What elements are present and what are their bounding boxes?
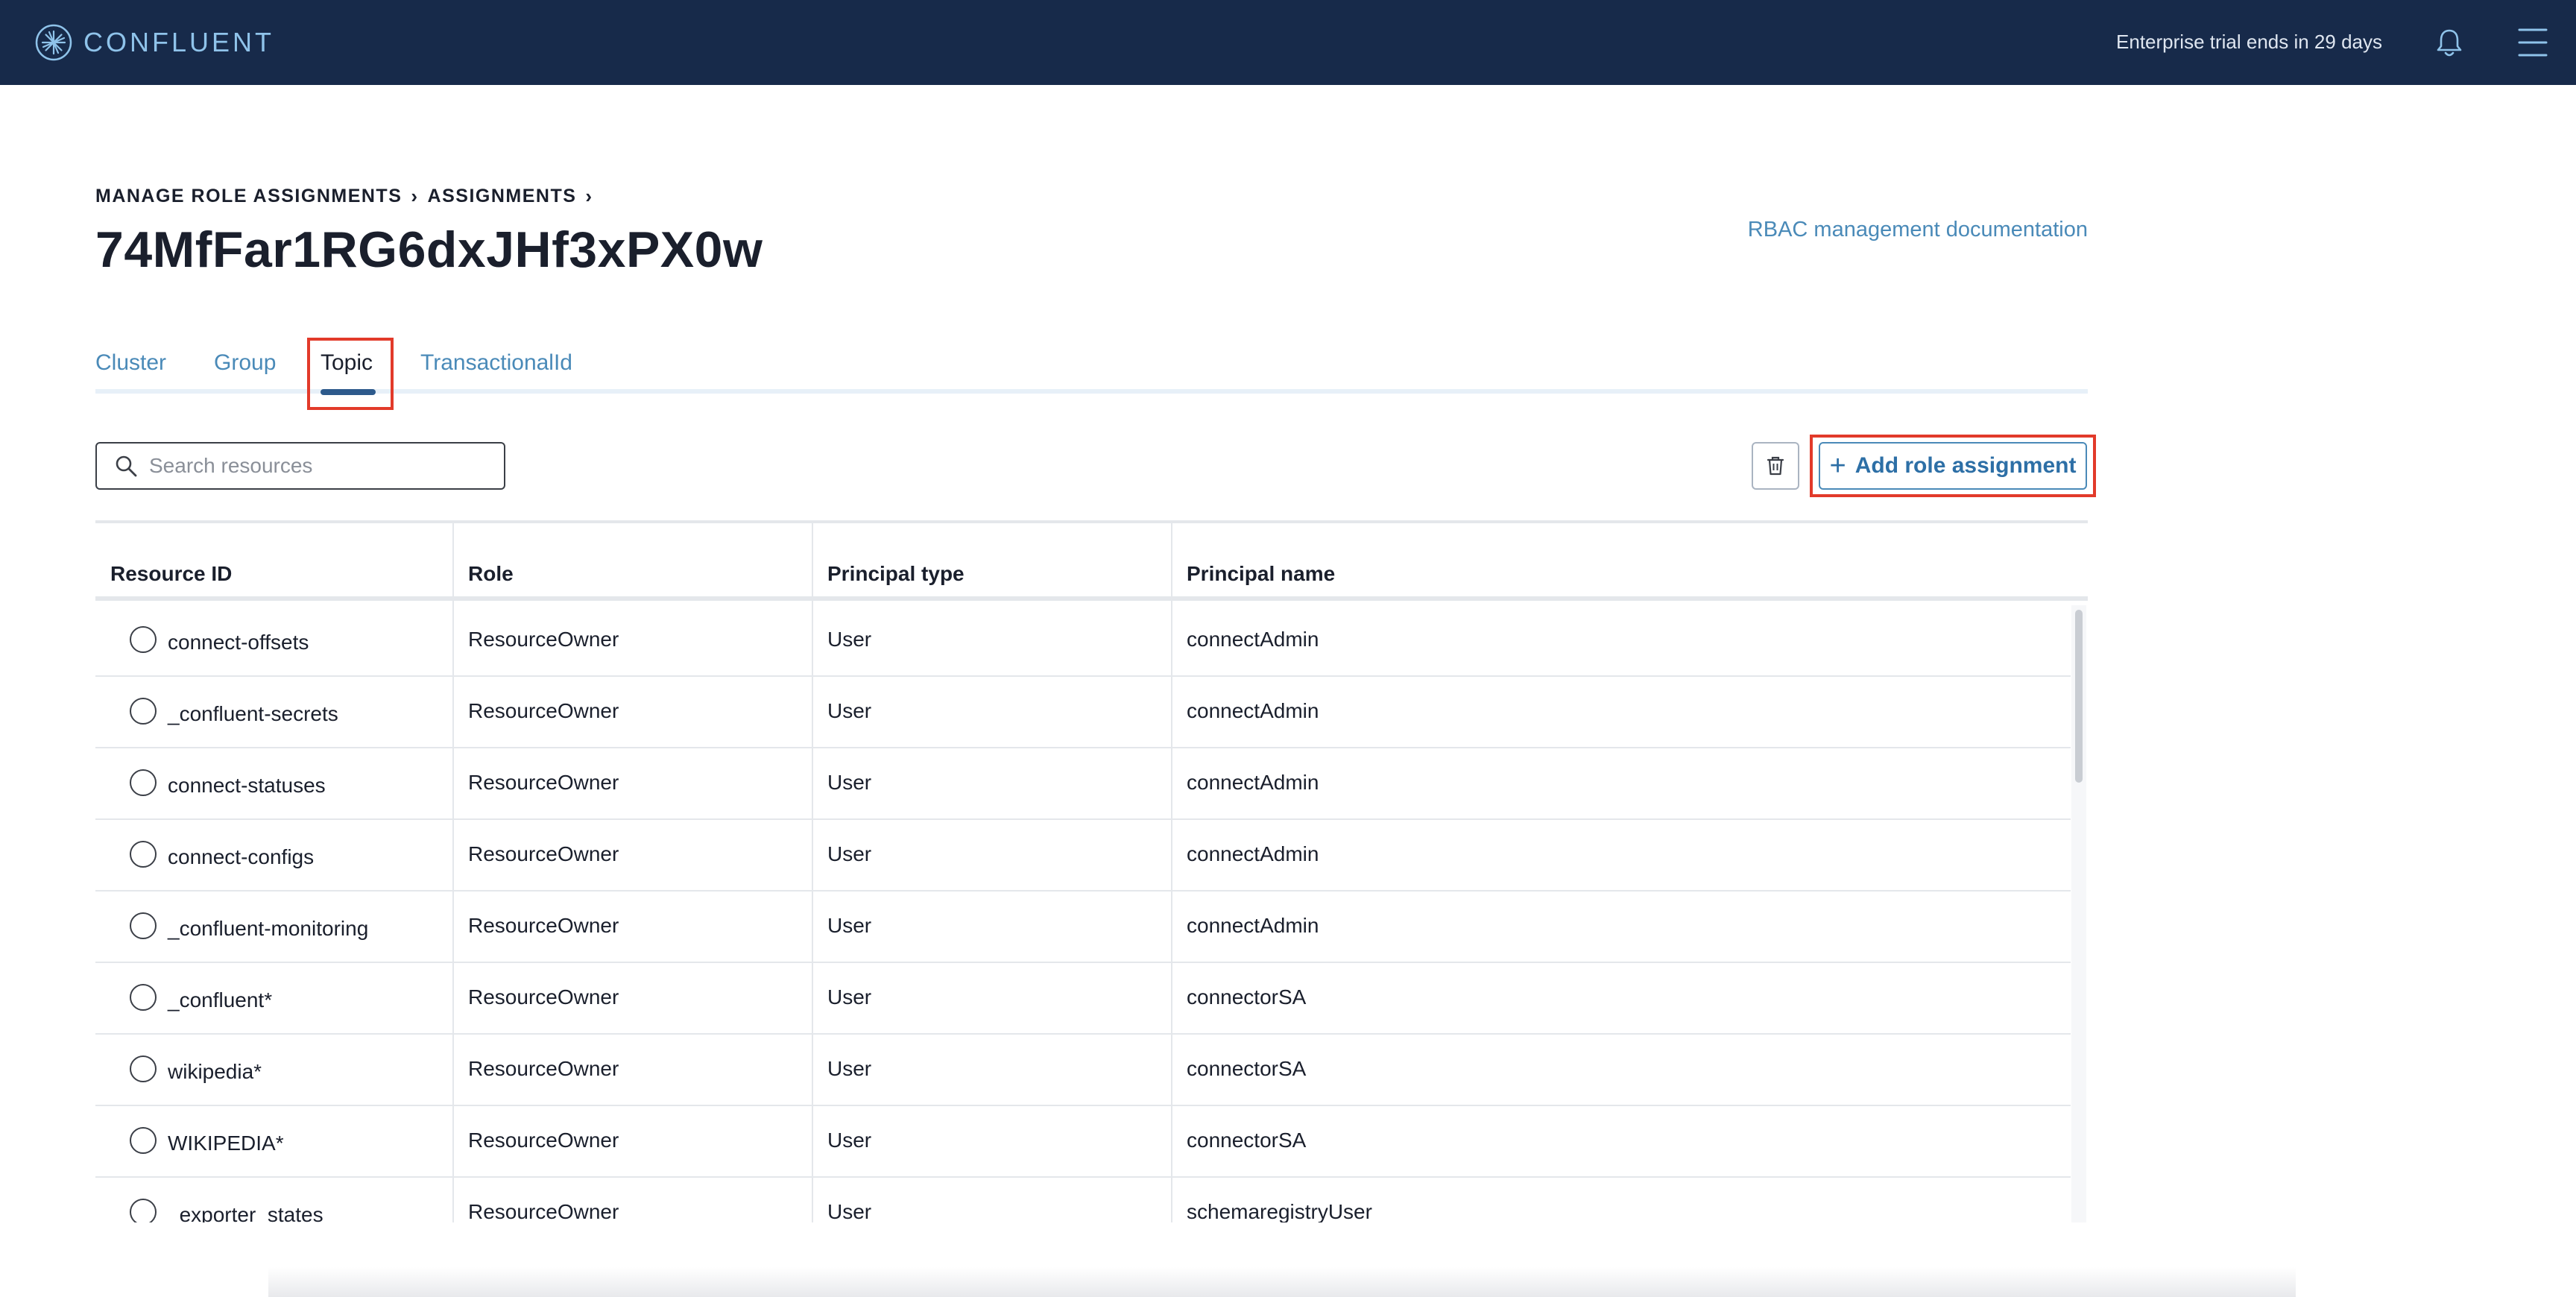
search-icon (116, 455, 137, 477)
role-cell: ResourceOwner (468, 1129, 619, 1152)
rbac-documentation-link[interactable]: RBAC management documentation (1748, 218, 2088, 242)
row-radio[interactable] (130, 698, 157, 725)
resource-tabs: Cluster Group Topic TransactionalId (95, 343, 2088, 395)
trash-icon (1767, 456, 1784, 476)
resource-id-cell: connect-configs (168, 845, 315, 868)
table-row[interactable]: connect-offsets ResourceOwner User conne… (95, 605, 2071, 677)
role-assignments-table: Resource ID Role Principal type Principa… (95, 520, 2088, 1222)
row-radio[interactable] (130, 841, 157, 868)
add-button-highlight (1810, 435, 2096, 497)
resource-id-cell: _exporter_states (168, 1203, 323, 1222)
resource-id-cell: _confluent-secrets (168, 702, 338, 725)
topic-tab-highlight (307, 338, 394, 410)
trial-notice: Enterprise trial ends in 29 days (2116, 31, 2382, 53)
search-input[interactable] (149, 454, 484, 478)
column-header-resource-id[interactable]: Resource ID (110, 562, 232, 586)
table-row[interactable]: _confluent-secrets ResourceOwner User co… (95, 677, 2071, 748)
column-header-principal-type[interactable]: Principal type (827, 562, 965, 586)
tab-transactional-id[interactable]: TransactionalId (420, 350, 572, 376)
table-row[interactable]: connect-configs ResourceOwner User conne… (95, 820, 2071, 892)
chevron-right-icon: › (411, 185, 419, 207)
resource-id-cell: WIKIPEDIA* (168, 1132, 284, 1155)
top-bar: CONFLUENT Enterprise trial ends in 29 da… (0, 0, 2576, 85)
breadcrumb-manage-role-assignments[interactable]: MANAGE ROLE ASSIGNMENTS (95, 186, 402, 207)
table-row[interactable]: wikipedia* ResourceOwner User connectorS… (95, 1035, 2071, 1106)
role-cell: ResourceOwner (468, 914, 619, 937)
principal-type-cell: User (827, 914, 872, 937)
principal-name-cell: connectorSA (1187, 985, 1307, 1009)
resource-id-cell: _confluent-monitoring (168, 917, 369, 940)
principal-type-cell: User (827, 628, 872, 651)
breadcrumb: MANAGE ROLE ASSIGNMENTS › ASSIGNMENTS › (95, 185, 602, 208)
principal-name-cell: connectAdmin (1187, 914, 1319, 937)
principal-type-cell: User (827, 1129, 872, 1152)
principal-name-cell: connectAdmin (1187, 699, 1319, 722)
table-row[interactable]: _confluent-monitoring ResourceOwner User… (95, 892, 2071, 963)
role-cell: ResourceOwner (468, 699, 619, 722)
tab-group[interactable]: Group (214, 350, 276, 376)
breadcrumb-assignments[interactable]: ASSIGNMENTS (428, 186, 577, 207)
principal-name-cell: connectAdmin (1187, 628, 1319, 651)
confluent-logo-icon (35, 24, 72, 61)
bell-icon[interactable] (2433, 26, 2466, 59)
principal-name-cell: connectorSA (1187, 1057, 1307, 1080)
tab-cluster[interactable]: Cluster (95, 350, 166, 376)
table-row[interactable]: connect-statuses ResourceOwner User conn… (95, 748, 2071, 820)
row-radio[interactable] (130, 769, 157, 796)
bottom-shadow (268, 1267, 2296, 1297)
role-cell: ResourceOwner (468, 771, 619, 794)
table-row[interactable]: WIKIPEDIA* ResourceOwner User connectorS… (95, 1106, 2071, 1178)
table-header: Resource ID Role Principal type Principa… (95, 523, 2088, 601)
hamburger-menu-icon[interactable] (2516, 25, 2549, 60)
search-box (95, 442, 505, 490)
resource-id-cell: connect-offsets (168, 631, 309, 654)
principal-type-cell: User (827, 699, 872, 722)
principal-name-cell: connectorSA (1187, 1129, 1307, 1152)
table-scrollbar-thumb[interactable] (2075, 610, 2083, 783)
chevron-right-icon: › (585, 185, 593, 207)
principal-name-cell: connectAdmin (1187, 842, 1319, 865)
role-cell: ResourceOwner (468, 1057, 619, 1080)
resource-id-cell: _confluent* (168, 988, 273, 1012)
role-cell: ResourceOwner (468, 842, 619, 865)
delete-button[interactable] (1752, 442, 1799, 490)
principal-type-cell: User (827, 842, 872, 865)
row-radio[interactable] (130, 984, 157, 1011)
principal-type-cell: User (827, 1200, 872, 1222)
role-cell: ResourceOwner (468, 1200, 619, 1222)
resource-id-cell: connect-statuses (168, 774, 326, 797)
row-radio[interactable] (130, 912, 157, 939)
resource-id-cell: wikipedia* (168, 1060, 262, 1083)
role-cell: ResourceOwner (468, 985, 619, 1009)
confluent-logo[interactable]: CONFLUENT (34, 22, 274, 63)
principal-type-cell: User (827, 985, 872, 1009)
page-title: 74MfFar1RG6dxJHf3xPX0w (95, 221, 763, 278)
row-radio[interactable] (130, 1055, 157, 1082)
row-radio[interactable] (130, 1127, 157, 1154)
table-row[interactable]: _exporter_states ResourceOwner User sche… (95, 1178, 2071, 1222)
table-row[interactable]: _confluent* ResourceOwner User connector… (95, 963, 2071, 1035)
column-header-principal-name[interactable]: Principal name (1187, 562, 1335, 586)
logo-text: CONFLUENT (83, 27, 275, 57)
principal-name-cell: schemaregistryUser (1187, 1200, 1372, 1222)
principal-type-cell: User (827, 1057, 872, 1080)
row-radio[interactable] (130, 1199, 157, 1222)
role-cell: ResourceOwner (468, 628, 619, 651)
column-header-role[interactable]: Role (468, 562, 514, 586)
row-radio[interactable] (130, 626, 157, 653)
principal-type-cell: User (827, 771, 872, 794)
principal-name-cell: connectAdmin (1187, 771, 1319, 794)
